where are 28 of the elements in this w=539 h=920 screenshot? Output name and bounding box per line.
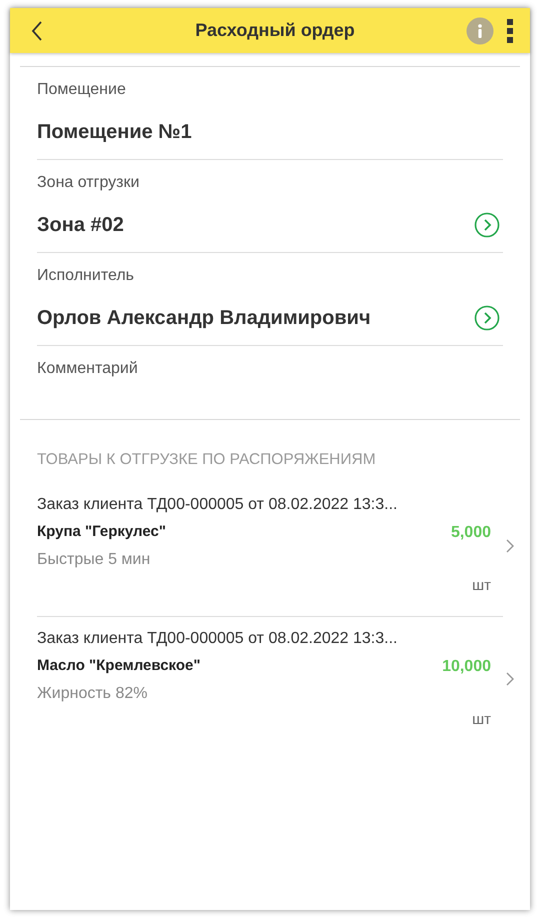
field-value: Зона #02 bbox=[37, 213, 125, 238]
chevron-circle-icon[interactable] bbox=[474, 212, 500, 238]
order-title: Заказ клиента ТД00-000005 от 08.02.2022 13:3... bbox=[37, 495, 398, 516]
order-item[interactable]: Заказ клиента ТД00-000005 от 08.02.2022 13:3... Крупа "Геркулес" 5,000 Быстрые 5 мин шт bbox=[37, 483, 503, 617]
product-name: Крупа "Геркулес" bbox=[37, 522, 166, 542]
product-note: Быстрые 5 мин bbox=[37, 550, 152, 570]
field-label: Комментарий bbox=[37, 359, 139, 379]
chevron-circle-icon[interactable] bbox=[474, 305, 500, 331]
info-icon[interactable] bbox=[466, 16, 494, 44]
field-value: Помещение №1 bbox=[37, 120, 193, 145]
product-note: Жирность 82% bbox=[37, 684, 148, 704]
order-item[interactable]: Заказ клиента ТД00-000005 от 08.02.2022 13:3... Масло "Кремлевское" 10,000 Жирность 82% шт bbox=[37, 616, 503, 742]
quantity: 10,000 bbox=[442, 656, 491, 677]
quantity: 5,000 bbox=[450, 523, 491, 544]
order-title: Заказ клиента ТД00-000005 от 08.02.2022 13:3... bbox=[37, 628, 398, 649]
field-label: Зона отгрузки bbox=[37, 173, 140, 193]
unit: шт bbox=[472, 576, 491, 596]
menu-icon[interactable] bbox=[506, 18, 514, 44]
field-label: Исполнитель bbox=[37, 266, 136, 286]
field-label: Помещение bbox=[37, 80, 127, 100]
window-title: Расходный ордер bbox=[194, 19, 356, 42]
field-value: Орлов Александр Владимирович bbox=[37, 306, 372, 331]
back-icon[interactable] bbox=[30, 20, 44, 42]
unit: шт bbox=[472, 710, 491, 730]
chevron-right-icon bbox=[505, 538, 515, 554]
chevron-right-icon bbox=[505, 671, 515, 687]
product-name: Масло "Кремлевское" bbox=[37, 656, 200, 676]
section-title: ТОВАРЫ К ОТГРУЗКЕ ПО РАСПОРЯЖЕНИЯМ bbox=[36, 450, 377, 470]
